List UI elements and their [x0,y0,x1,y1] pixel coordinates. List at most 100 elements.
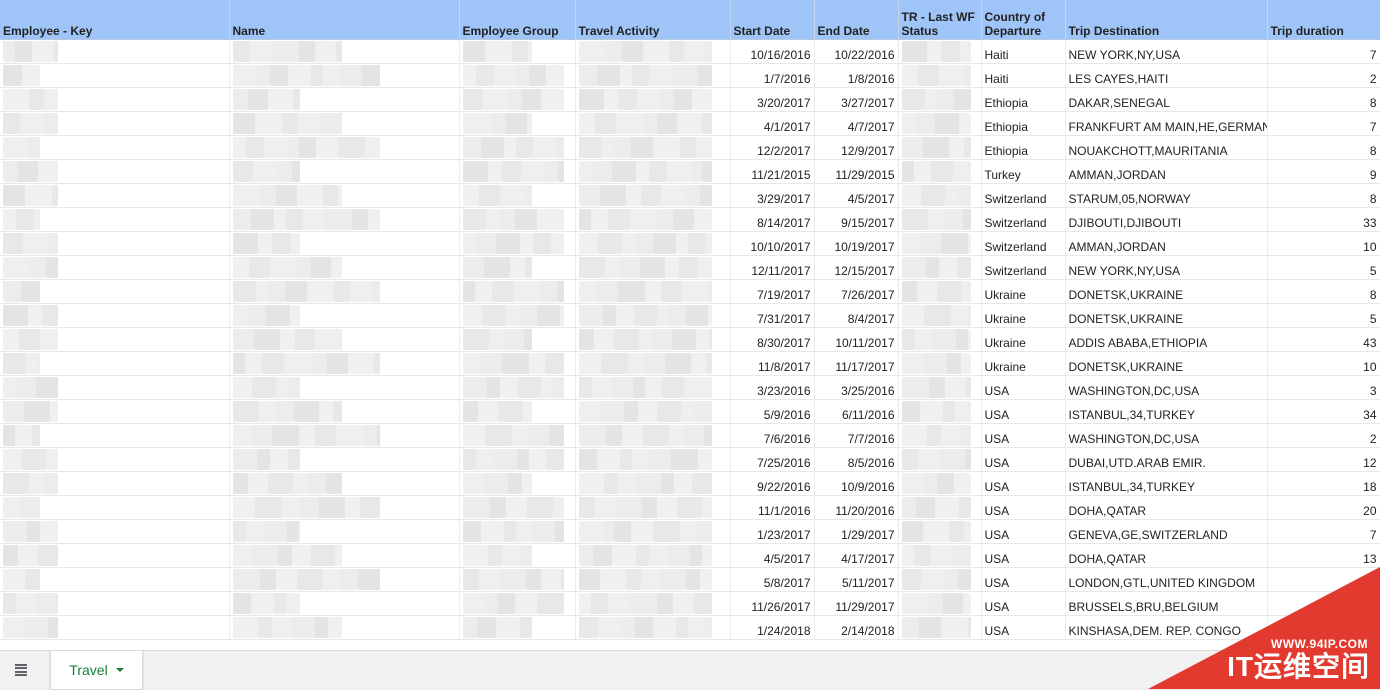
end-date-cell[interactable]: 1/8/2016 [814,63,899,88]
travel-activity-cell[interactable] [575,279,731,304]
employee-key-cell[interactable] [0,447,230,472]
start-date-cell[interactable]: 9/22/2016 [730,471,815,496]
header-country-departure[interactable]: Country of Departure [981,0,1066,40]
country-cell[interactable]: Ukraine [981,303,1066,328]
travel-activity-cell[interactable] [575,63,731,88]
employee-group-cell[interactable] [459,447,576,472]
travel-activity-cell[interactable] [575,399,731,424]
destination-cell[interactable]: LES CAYES,HAITI [1065,63,1268,88]
travel-activity-cell[interactable] [575,591,731,616]
name-cell[interactable] [229,63,460,88]
employee-group-cell[interactable] [459,255,576,280]
employee-key-cell[interactable] [0,519,230,544]
country-cell[interactable]: Ukraine [981,279,1066,304]
start-date-cell[interactable]: 10/16/2016 [730,39,815,64]
destination-cell[interactable]: ISTANBUL,34,TURKEY [1065,399,1268,424]
destination-cell[interactable]: BRUSSELS,BRU,BELGIUM [1065,591,1268,616]
country-cell[interactable]: Switzerland [981,183,1066,208]
country-cell[interactable]: USA [981,447,1066,472]
end-date-cell[interactable]: 10/22/2016 [814,39,899,64]
employee-group-cell[interactable] [459,135,576,160]
country-cell[interactable]: USA [981,543,1066,568]
country-cell[interactable]: Switzerland [981,255,1066,280]
destination-cell[interactable]: FRANKFURT AM MAIN,HE,GERMANY [1065,111,1268,136]
country-cell[interactable]: USA [981,471,1066,496]
tr-status-cell[interactable] [898,159,982,184]
employee-group-cell[interactable] [459,495,576,520]
header-start-date[interactable]: Start Date [730,0,815,40]
end-date-cell[interactable]: 4/5/2017 [814,183,899,208]
duration-cell[interactable]: 2 [1267,63,1380,88]
travel-activity-cell[interactable] [575,183,731,208]
country-cell[interactable]: Ethiopia [981,111,1066,136]
travel-activity-cell[interactable] [575,543,731,568]
destination-cell[interactable]: WASHINGTON,DC,USA [1065,423,1268,448]
duration-cell[interactable]: 5 [1267,255,1380,280]
tr-status-cell[interactable] [898,351,982,376]
employee-key-cell[interactable] [0,183,230,208]
start-date-cell[interactable]: 1/24/2018 [730,615,815,640]
duration-cell[interactable]: 7 [1267,519,1380,544]
tr-status-cell[interactable] [898,303,982,328]
end-date-cell[interactable]: 6/11/2016 [814,399,899,424]
name-cell[interactable] [229,231,460,256]
end-date-cell[interactable]: 12/9/2017 [814,135,899,160]
destination-cell[interactable]: KINSHASA,DEM. REP. CONGO [1065,615,1268,640]
duration-cell[interactable]: 5 [1267,303,1380,328]
travel-activity-cell[interactable] [575,231,731,256]
employee-group-cell[interactable] [459,87,576,112]
end-date-cell[interactable]: 11/20/2016 [814,495,899,520]
destination-cell[interactable]: AMMAN,JORDAN [1065,159,1268,184]
duration-cell[interactable]: 7 [1267,39,1380,64]
end-date-cell[interactable]: 2/14/2018 [814,615,899,640]
tr-status-cell[interactable] [898,471,982,496]
name-cell[interactable] [229,423,460,448]
name-cell[interactable] [229,255,460,280]
header-employee-group[interactable]: Employee Group [459,0,576,40]
name-cell[interactable] [229,447,460,472]
duration-cell[interactable]: 20 [1267,495,1380,520]
destination-cell[interactable]: DAKAR,SENEGAL [1065,87,1268,112]
employee-key-cell[interactable] [0,279,230,304]
employee-group-cell[interactable] [459,375,576,400]
name-cell[interactable] [229,495,460,520]
destination-cell[interactable]: AMMAN,JORDAN [1065,231,1268,256]
name-cell[interactable] [229,567,460,592]
tr-status-cell[interactable] [898,375,982,400]
duration-cell[interactable]: 9 [1267,159,1380,184]
start-date-cell[interactable]: 4/1/2017 [730,111,815,136]
start-date-cell[interactable]: 10/10/2017 [730,231,815,256]
tr-status-cell[interactable] [898,447,982,472]
destination-cell[interactable]: DJIBOUTI,DJIBOUTI [1065,207,1268,232]
employee-key-cell[interactable] [0,39,230,64]
name-cell[interactable] [229,375,460,400]
duration-cell[interactable]: 3 [1267,375,1380,400]
employee-group-cell[interactable] [459,207,576,232]
country-cell[interactable]: USA [981,495,1066,520]
destination-cell[interactable]: DOHA,QATAR [1065,543,1268,568]
end-date-cell[interactable]: 10/19/2017 [814,231,899,256]
destination-cell[interactable]: DONETSK,UKRAINE [1065,351,1268,376]
header-tr-status[interactable]: TR - Last WF Status [898,0,982,40]
employee-key-cell[interactable] [0,63,230,88]
country-cell[interactable]: USA [981,615,1066,640]
travel-activity-cell[interactable] [575,519,731,544]
tr-status-cell[interactable] [898,111,982,136]
employee-group-cell[interactable] [459,567,576,592]
tr-status-cell[interactable] [898,495,982,520]
country-cell[interactable]: Ethiopia [981,87,1066,112]
end-date-cell[interactable]: 5/11/2017 [814,567,899,592]
start-date-cell[interactable]: 3/23/2016 [730,375,815,400]
employee-group-cell[interactable] [459,231,576,256]
duration-cell[interactable]: 8 [1267,135,1380,160]
destination-cell[interactable]: LONDON,GTL,UNITED KINGDOM [1065,567,1268,592]
destination-cell[interactable]: NEW YORK,NY,USA [1065,255,1268,280]
tr-status-cell[interactable] [898,207,982,232]
tr-status-cell[interactable] [898,591,982,616]
country-cell[interactable]: Turkey [981,159,1066,184]
employee-key-cell[interactable] [0,303,230,328]
name-cell[interactable] [229,543,460,568]
travel-activity-cell[interactable] [575,207,731,232]
name-cell[interactable] [229,39,460,64]
destination-cell[interactable]: DUBAI,UTD.ARAB EMIR. [1065,447,1268,472]
